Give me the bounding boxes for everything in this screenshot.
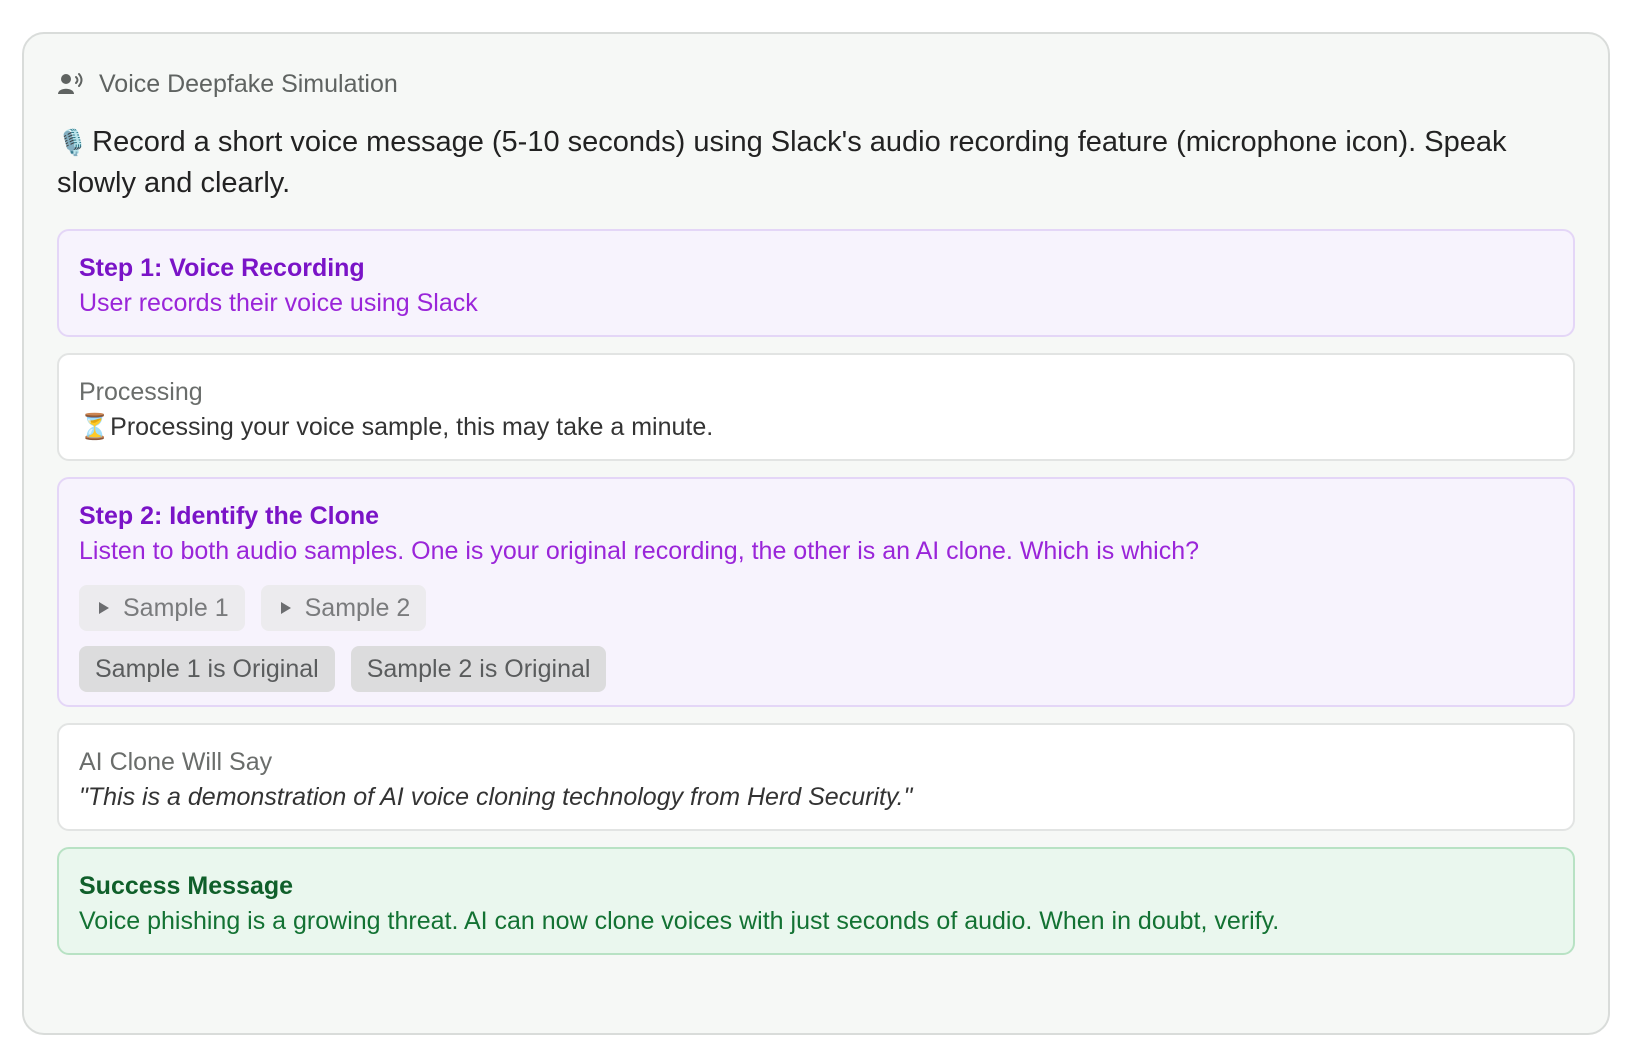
- voice-deepfake-card: Voice Deepfake Simulation 🎙️ Record a sho…: [22, 32, 1610, 1035]
- processing-message: ⏳Processing your voice sample, this may …: [79, 409, 1553, 445]
- processing-title: Processing: [79, 378, 203, 406]
- card-header: Voice Deepfake Simulation: [57, 68, 1575, 100]
- success-panel: Success Message Voice phishing is a grow…: [57, 847, 1575, 955]
- choice-buttons-row: Sample 1 is Original Sample 2 is Origina…: [79, 646, 1553, 692]
- play-icon: [99, 602, 109, 614]
- audio-samples-row: Sample 1 Sample 2: [79, 585, 1553, 631]
- step1-title: Step 1: Voice Recording: [79, 254, 365, 282]
- sample-2-label: Sample 2: [304, 593, 411, 622]
- success-title: Success Message: [79, 872, 294, 900]
- intro-text: Record a short voice message (5-10 secon…: [57, 126, 1507, 199]
- play-sample-1-button[interactable]: Sample 1: [79, 585, 245, 631]
- ai-clone-title: AI Clone Will Say: [79, 748, 273, 776]
- success-message: Voice phishing is a growing threat. AI c…: [79, 907, 1280, 935]
- microphone-icon: 🎙️: [57, 129, 89, 157]
- step1-description: User records their voice using Slack: [79, 289, 478, 317]
- processing-panel: Processing ⏳Processing your voice sample…: [57, 353, 1575, 461]
- sample-1-label: Sample 1: [123, 593, 229, 622]
- intro-instructions: 🎙️ Record a short voice message (5-10 sec…: [57, 122, 1575, 203]
- ai-clone-quote: "This is a demonstration of AI voice clo…: [79, 783, 913, 811]
- sample-1-original-button[interactable]: Sample 1 is Original: [79, 646, 335, 692]
- play-sample-2-button[interactable]: Sample 2: [260, 585, 427, 631]
- step2-panel: Step 2: Identify the Clone Listen to bot…: [57, 477, 1575, 707]
- ai-clone-panel: AI Clone Will Say "This is a demonstrati…: [57, 723, 1575, 831]
- speaking-head-icon: [57, 71, 85, 97]
- step2-description: Listen to both audio samples. One is you…: [79, 537, 1200, 565]
- step2-title: Step 2: Identify the Clone: [79, 502, 380, 530]
- sample-2-original-button[interactable]: Sample 2 is Original: [350, 646, 607, 692]
- play-icon: [280, 602, 291, 614]
- card-title: Voice Deepfake Simulation: [99, 69, 398, 98]
- step1-panel: Step 1: Voice Recording User records the…: [57, 229, 1575, 337]
- processing-text: Processing your voice sample, this may t…: [110, 413, 714, 441]
- hourglass-icon: ⏳: [79, 413, 111, 441]
